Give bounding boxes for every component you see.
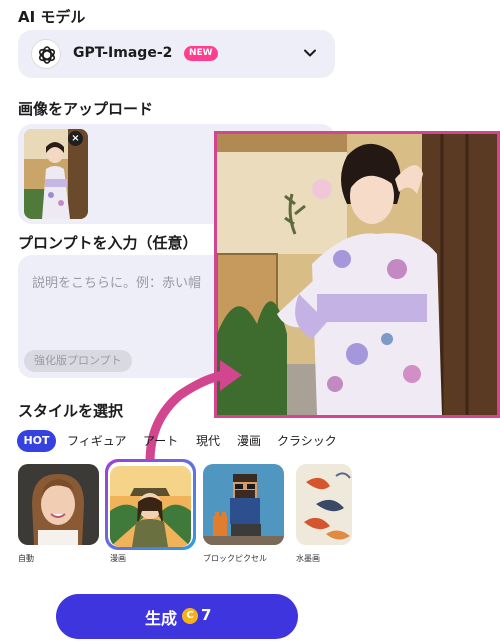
style-card-manga[interactable]	[110, 466, 191, 547]
style-card-manga-label: 漫画	[110, 554, 126, 563]
model-name: GPT-Image-2	[73, 45, 173, 61]
generate-cost: 7	[201, 606, 212, 624]
generate-button[interactable]: 生成 C 7	[56, 594, 298, 639]
model-selector[interactable]: GPT-Image-2 NEW	[18, 30, 335, 78]
prompt-section-label: プロンプトを入力（任意）	[18, 234, 198, 252]
tab-hot[interactable]: HOT	[17, 430, 56, 452]
generate-button-label: 生成	[145, 609, 178, 628]
coin-icon: C	[182, 608, 198, 624]
style-card-auto-label: 自動	[18, 554, 34, 563]
style-card-auto[interactable]	[18, 464, 99, 545]
openai-logo-icon	[31, 39, 61, 69]
result-preview-image	[214, 131, 500, 418]
tab-art[interactable]: アート	[143, 432, 178, 449]
style-card-block-pixel[interactable]	[203, 464, 284, 545]
upload-section-label: 画像をアップロード	[18, 100, 154, 118]
tab-figure[interactable]: フィギュア	[67, 432, 127, 449]
enhance-prompt-button[interactable]: 強化版プロンプト	[24, 350, 132, 372]
remove-image-icon[interactable]: ×	[68, 131, 83, 146]
chevron-down-icon[interactable]	[302, 45, 318, 61]
style-section-label: スタイルを選択	[18, 402, 124, 420]
style-card-ink-painting[interactable]	[296, 464, 352, 545]
style-card-ink-painting-label: 水墨画	[296, 554, 320, 563]
tab-classic[interactable]: クラシック	[277, 432, 337, 449]
prompt-placeholder: 説明をこちらに。例：赤い帽	[32, 276, 202, 291]
tab-modern[interactable]: 現代	[196, 432, 220, 449]
tab-manga[interactable]: 漫画	[237, 432, 261, 449]
style-card-block-pixel-label: ブロックピクセル	[203, 554, 267, 563]
model-section-label: AI モデル	[18, 8, 86, 26]
new-badge: NEW	[184, 46, 218, 61]
